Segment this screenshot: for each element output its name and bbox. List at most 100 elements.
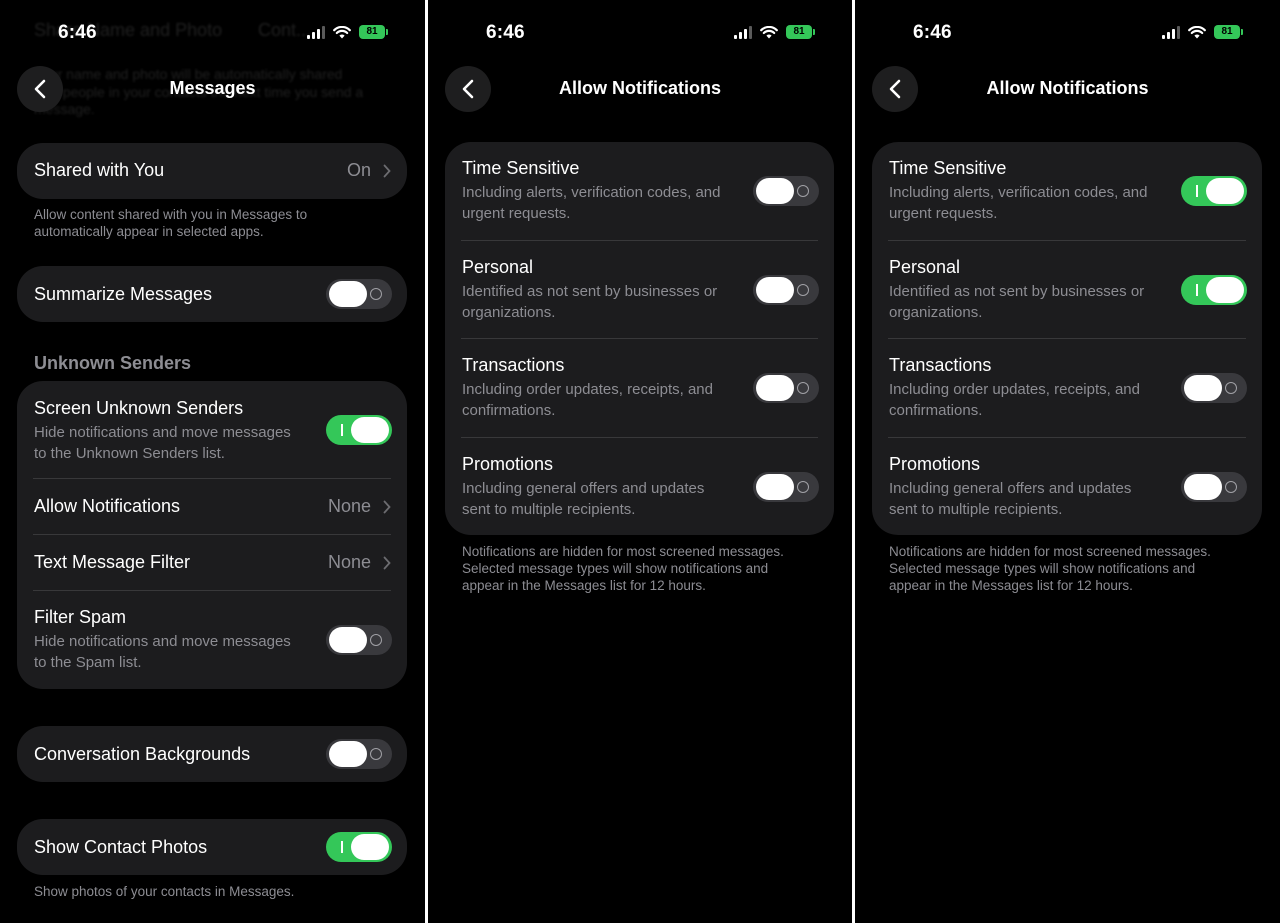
conversation-bg-label: Conversation Backgrounds: [34, 744, 251, 764]
promotions-sub: Including general offers and updates: [889, 479, 1132, 497]
summarize-messages-label: Summarize Messages: [34, 284, 213, 304]
allow-notifications-screen-on: 6:46 81 Allow Notifications Time Sensiti…: [855, 0, 1280, 923]
promotions-toggle[interactable]: [753, 471, 819, 502]
chevron-right-icon: [383, 556, 391, 570]
transactions-label: Transactions: [889, 355, 992, 375]
notification-types-card: Time Sensitive Including alerts, verifica…: [445, 142, 834, 535]
status-icons: 81: [1162, 25, 1243, 39]
screen-unknown-toggle[interactable]: [326, 415, 392, 445]
wifi-icon: [760, 25, 778, 38]
shared-with-you-row[interactable]: Shared with You On: [17, 143, 407, 199]
battery-icon: 81: [1214, 25, 1243, 39]
promotions-sub: sent to multiple recipients.: [889, 500, 1063, 518]
contact-photos-label: Show Contact Photos: [34, 837, 208, 857]
transactions-label: Transactions: [462, 355, 565, 375]
transactions-sub: Including order updates, receipts, and: [889, 381, 1140, 398]
page-title: Messages: [169, 78, 256, 98]
promotions-sub: Including general offers and updates: [462, 479, 705, 497]
time-sensitive-sub: urgent requests.: [889, 205, 998, 222]
cellular-signal-icon: [1162, 25, 1180, 39]
shared-with-you-label: Shared with You: [34, 160, 165, 180]
unknown-senders-header: Unknown Senders: [34, 353, 192, 373]
shared-with-you-value: On: [346, 160, 371, 180]
time-sensitive-toggle[interactable]: [753, 176, 819, 206]
personal-toggle[interactable]: [1181, 274, 1247, 305]
allow-notifications-screen-off: 6:46 81 Allow Notifications Time Sensiti…: [428, 0, 852, 923]
promotions-row: Promotions Including general offers and u…: [872, 438, 1262, 537]
time-sensitive-sub: Including alerts, verification codes, an…: [889, 184, 1148, 201]
personal-sub: Identified as not sent by businesses or: [889, 282, 1145, 300]
promotions-label: Promotions: [462, 453, 554, 474]
shared-footnote: automatically appear in selected apps.: [34, 224, 264, 239]
notif-footnote: appear in the Messages list for 12 hours…: [462, 578, 706, 593]
notif-footnote: Selected message types will show notific…: [889, 561, 1196, 576]
status-time: 6:46: [58, 22, 97, 43]
cellular-signal-icon: [734, 25, 752, 39]
filter-spam-toggle[interactable]: [326, 625, 392, 655]
time-sensitive-label: Time Sensitive: [462, 158, 580, 178]
filter-spam-row: Filter Spam Hide notifications and move …: [17, 591, 407, 689]
transactions-sub: Including order updates, receipts, and: [462, 381, 713, 398]
personal-sub: organizations.: [462, 303, 556, 321]
allow-notifications-value: None: [327, 496, 371, 516]
transactions-toggle[interactable]: [1181, 373, 1247, 403]
summarize-messages-row: Summarize Messages: [17, 266, 407, 322]
contact-photos-toggle[interactable]: [326, 832, 392, 862]
chevron-right-icon: [383, 164, 391, 178]
screen-unknown-sub: Hide notifications and move messages: [34, 424, 291, 441]
personal-sub: Identified as not sent by businesses or: [462, 282, 718, 300]
conversation-backgrounds-row: Conversation Backgrounds: [17, 726, 407, 782]
page-title: Allow Notifications: [986, 78, 1149, 98]
allow-notifications-row[interactable]: Allow Notifications None: [17, 479, 407, 535]
status-icons: 81: [307, 25, 388, 39]
time-sensitive-toggle[interactable]: [1181, 176, 1247, 206]
promotions-toggle[interactable]: [1181, 471, 1247, 502]
text-filter-label: Text Message Filter: [34, 552, 191, 572]
summarize-messages-toggle[interactable]: [326, 279, 392, 309]
status-icons: 81: [734, 25, 815, 39]
wifi-icon: [333, 25, 351, 38]
personal-row: Personal Identified as not sent by busine…: [445, 241, 834, 339]
notif-footnote: Selected message types will show notific…: [462, 561, 769, 576]
time-sensitive-sub: Including alerts, verification codes, an…: [462, 184, 721, 201]
ghost-header-right: Cont...: [258, 20, 312, 40]
personal-toggle[interactable]: [753, 274, 819, 305]
transactions-row: Transactions Including order updates, rec…: [872, 339, 1262, 438]
promotions-label: Promotions: [889, 453, 981, 474]
chevron-right-icon: [383, 500, 391, 514]
personal-label: Personal: [889, 256, 961, 277]
filter-spam-label: Filter Spam: [34, 607, 127, 627]
transactions-sub: confirmations.: [889, 402, 983, 419]
status-time: 6:46: [913, 22, 952, 43]
cellular-signal-icon: [307, 25, 325, 39]
transactions-row: Transactions Including order updates, rec…: [445, 339, 834, 438]
shared-footnote: Allow content shared with you in Message…: [34, 207, 308, 222]
filter-spam-sub: to the Spam list.: [34, 654, 142, 671]
page-title: Allow Notifications: [559, 78, 721, 98]
unknown-senders-card: Screen Unknown Senders Hide notification…: [17, 381, 407, 689]
time-sensitive-row: Time Sensitive Including alerts, verifica…: [872, 142, 1262, 241]
conversation-bg-toggle[interactable]: [326, 739, 392, 769]
time-sensitive-row: Time Sensitive Including alerts, verifica…: [445, 142, 834, 241]
promotions-sub: sent to multiple recipients.: [462, 500, 636, 518]
allow-notifications-label: Allow Notifications: [34, 496, 181, 516]
transactions-toggle[interactable]: [753, 373, 819, 403]
promotions-row: Promotions Including general offers and u…: [445, 438, 834, 537]
transactions-sub: confirmations.: [462, 402, 556, 419]
show-contact-photos-row: Show Contact Photos: [17, 819, 407, 875]
notif-footnote: appear in the Messages list for 12 hours…: [889, 578, 1133, 593]
notif-footnote: Notifications are hidden for most screen…: [889, 544, 1211, 559]
personal-label: Personal: [462, 256, 534, 277]
screen-unknown-sub: to the Unknown Senders list.: [34, 445, 225, 462]
time-sensitive-sub: urgent requests.: [462, 205, 571, 222]
contact-photos-footnote: Show photos of your contacts in Messages…: [34, 884, 295, 899]
filter-spam-sub: Hide notifications and move messages: [34, 633, 291, 650]
notif-footnote: Notifications are hidden for most screen…: [462, 544, 784, 559]
text-filter-value: None: [327, 552, 371, 572]
personal-sub: organizations.: [889, 303, 983, 321]
battery-icon: 81: [359, 25, 388, 39]
wifi-icon: [1188, 25, 1206, 38]
screen-unknown-label: Screen Unknown Senders: [34, 398, 244, 418]
screen-unknown-senders-row: Screen Unknown Senders Hide notification…: [17, 381, 407, 479]
text-message-filter-row[interactable]: Text Message Filter None: [17, 535, 407, 591]
